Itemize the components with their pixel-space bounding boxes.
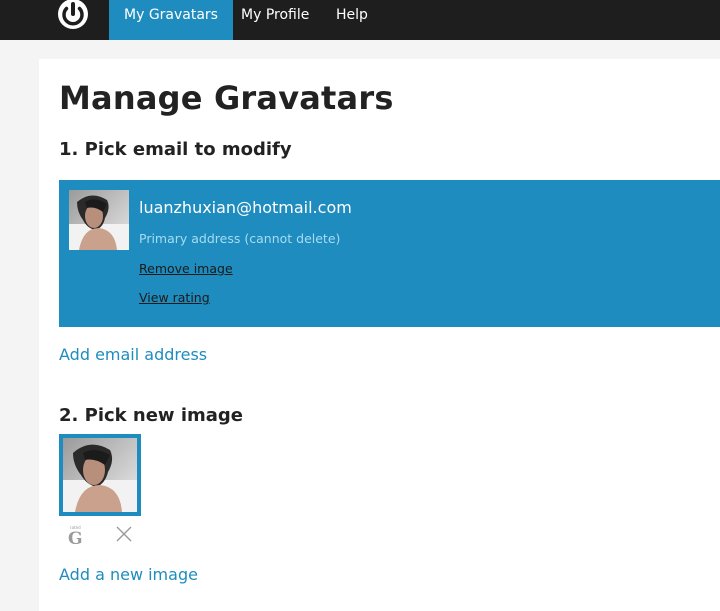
nav-my-gravatars[interactable]: My Gravatars (109, 0, 233, 40)
primary-address-note: Primary address (cannot delete) (139, 231, 341, 246)
view-rating-link[interactable]: View rating (139, 290, 210, 305)
nav-help[interactable]: Help (321, 0, 383, 40)
svg-text:G: G (68, 529, 83, 546)
image-tile-selected[interactable] (59, 434, 141, 516)
step1-heading: 1. Pick email to modify (59, 139, 292, 160)
email-address-text: luanzhuxian@hotmail.com (139, 198, 352, 217)
add-new-image-link[interactable]: Add a new image (59, 565, 198, 584)
email-avatar-thumbnail (69, 190, 129, 250)
rated-g-icon[interactable]: rated G (66, 524, 86, 546)
gravatar-image-thumbnail (63, 438, 137, 512)
page-title: Manage Gravatars (59, 79, 394, 117)
close-icon[interactable] (115, 525, 133, 543)
add-email-address-link[interactable]: Add email address (59, 345, 207, 364)
step2-heading: 2. Pick new image (59, 405, 243, 426)
email-row-selected[interactable]: luanzhuxian@hotmail.com Primary address … (59, 180, 720, 327)
remove-image-link[interactable]: Remove image (139, 261, 233, 276)
gravatar-logo-icon[interactable] (54, 0, 92, 32)
nav-my-profile[interactable]: My Profile (226, 0, 324, 40)
main-panel: Manage Gravatars 1. Pick email to modify… (39, 59, 720, 611)
top-nav-bar: My Gravatars My Profile Help (0, 0, 720, 40)
